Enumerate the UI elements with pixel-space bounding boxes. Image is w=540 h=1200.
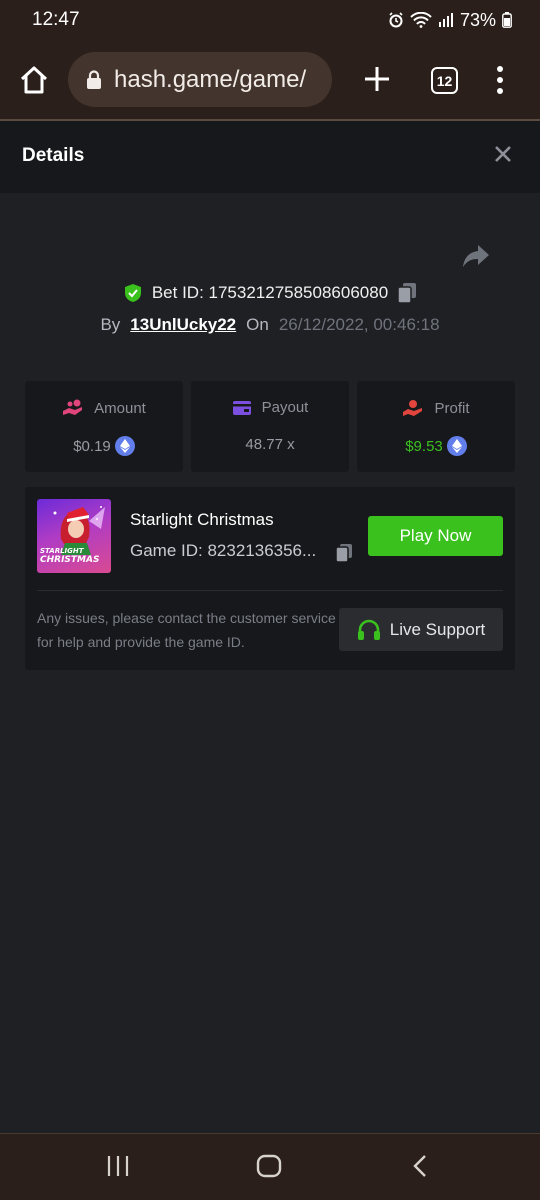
page-title: Details — [22, 145, 85, 166]
eth-icon — [446, 436, 467, 456]
home-nav-icon[interactable] — [256, 1154, 282, 1178]
divider — [37, 590, 503, 591]
by-label: By — [100, 315, 121, 334]
headset-icon — [357, 619, 380, 640]
bet-id: Bet ID: 1753212758508606080 — [151, 283, 389, 302]
game-thumb-text: STARLIGHT CHRISTMAS — [40, 547, 100, 565]
status-time: 12:47 — [32, 9, 80, 30]
on-label: On — [246, 315, 269, 334]
payout-value: 48.77 x — [245, 436, 295, 453]
status-bar: 12:47 73% — [0, 0, 540, 40]
wifi-icon — [410, 12, 432, 28]
verified-shield-icon — [124, 284, 141, 302]
payout-label: Payout — [261, 399, 309, 416]
profit-card: Profit $9.53 — [357, 381, 515, 472]
hand-coins-icon — [63, 399, 83, 415]
hand-profit-icon — [403, 400, 423, 416]
amount-value: $0.19 — [73, 437, 111, 455]
by-row: By 13UnlUcky22 On 26/12/2022, 00:46:18 — [0, 313, 540, 337]
close-icon[interactable] — [493, 144, 513, 164]
browser-toolbar: hash.game/game/ 12 — [0, 40, 540, 120]
game-card: STARLIGHT CHRISTMAS Starlight Christmas … — [25, 487, 515, 670]
username-link[interactable]: 13UnlUcky22 — [130, 315, 236, 335]
support-help-text: Any issues, please contact the customer … — [37, 610, 336, 650]
more-menu-icon[interactable] — [490, 62, 510, 98]
bet-date: 26/12/2022, 00:46:18 — [278, 315, 440, 334]
game-thumbnail[interactable]: STARLIGHT CHRISTMAS — [37, 499, 111, 573]
home-icon[interactable] — [16, 62, 52, 98]
copy-bet-id-icon[interactable] — [397, 282, 417, 304]
alarm-icon — [389, 12, 403, 28]
tab-count: 12 — [436, 72, 453, 89]
url-text: hash.game/game/ — [114, 65, 307, 93]
battery-percent: 73% — [459, 9, 496, 30]
profit-value: $9.53 — [405, 437, 443, 455]
live-support-button[interactable]: Live Support — [339, 608, 503, 651]
card-icon — [232, 400, 251, 415]
amount-label: Amount — [94, 399, 146, 417]
back-nav-icon[interactable] — [410, 1154, 430, 1178]
details-header: Details — [0, 121, 540, 193]
game-id: Game ID: 8232136356... — [130, 541, 317, 560]
profit-label: Profit — [434, 399, 470, 417]
status-icons: 73% — [388, 10, 512, 31]
new-tab-icon[interactable] — [360, 62, 394, 96]
game-name: Starlight Christmas — [130, 510, 274, 529]
play-now-button[interactable]: Play Now — [368, 516, 503, 556]
bet-id-row: Bet ID: 1753212758508606080 — [0, 280, 540, 306]
eth-icon — [114, 436, 135, 456]
payout-card: Payout 48.77 x — [191, 381, 349, 472]
battery-icon — [502, 12, 512, 28]
copy-game-id-icon[interactable] — [335, 543, 353, 563]
url-bar[interactable]: hash.game/game/ — [68, 52, 332, 107]
live-support-label: Live Support — [389, 619, 486, 639]
signal-icon — [438, 13, 453, 27]
tab-switcher-button[interactable]: 12 — [431, 67, 458, 94]
share-icon[interactable] — [462, 243, 490, 269]
system-nav-bar — [0, 1133, 540, 1200]
amount-card: Amount $0.19 — [25, 381, 183, 472]
recent-apps-icon[interactable] — [106, 1154, 130, 1178]
lock-icon — [87, 69, 101, 89]
